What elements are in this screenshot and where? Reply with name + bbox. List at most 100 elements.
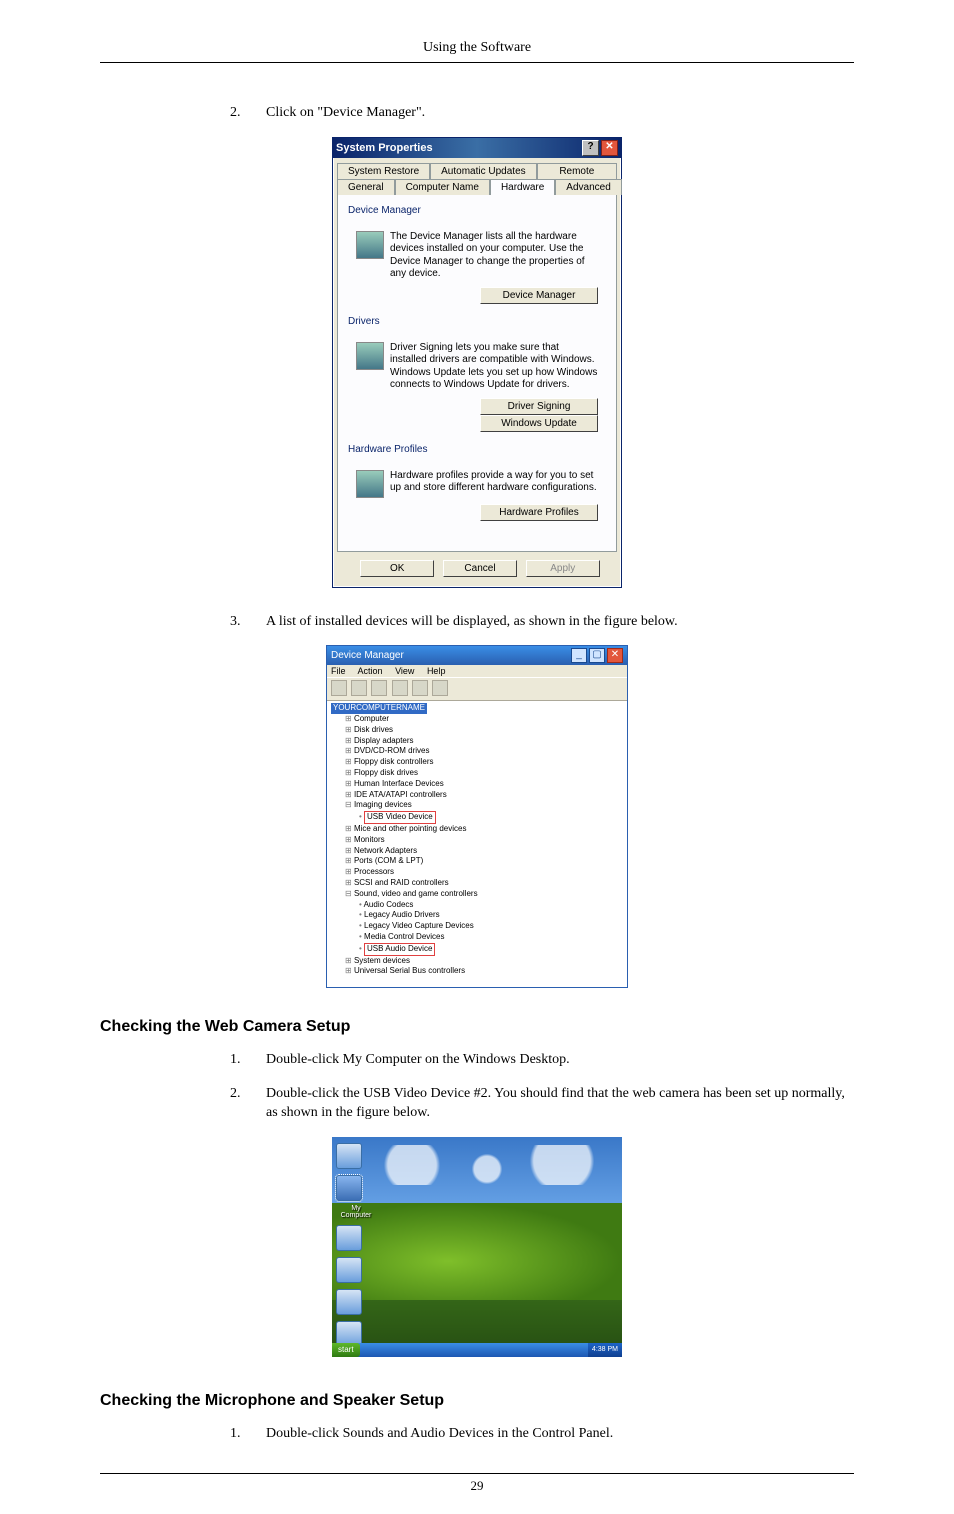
tree-node[interactable]: Universal Serial Bus controllers — [345, 966, 623, 977]
my-computer-icon[interactable] — [336, 1175, 362, 1201]
tree-leaf-usb-audio[interactable]: USB Audio Device — [359, 943, 623, 956]
back-icon[interactable] — [331, 680, 347, 696]
scan-icon[interactable] — [432, 680, 448, 696]
tab-general[interactable]: General — [337, 179, 395, 195]
minimize-icon[interactable]: _ — [571, 648, 587, 663]
menu-action[interactable]: Action — [358, 666, 383, 676]
page-number: 29 — [471, 1478, 484, 1493]
page-footer: 29 — [100, 1473, 854, 1494]
device-manager-window: Device Manager _ ▢ ✕ File Action View He… — [326, 645, 628, 988]
mic-step-1: 1. Double-click Sounds and Audio Devices… — [230, 1424, 854, 1444]
window-titlebar: Device Manager _ ▢ ✕ — [327, 646, 627, 665]
ok-button[interactable]: OK — [360, 560, 434, 577]
tab-remote[interactable]: Remote — [537, 163, 617, 179]
group-hardware-profiles: Hardware Profiles Hardware profiles prov… — [348, 452, 606, 531]
running-head: Using the Software — [100, 40, 854, 63]
forward-icon[interactable] — [351, 680, 367, 696]
desktop-icon[interactable] — [336, 1257, 362, 1283]
group-drivers: Drivers Driver Signing lets you make sur… — [348, 324, 606, 442]
step-text: Double-click the USB Video Device #2. Yo… — [266, 1084, 854, 1123]
tree-leaf[interactable]: Media Control Devices — [359, 932, 623, 943]
web-step-2: 2. Double-click the USB Video Device #2.… — [230, 1084, 854, 1123]
tree-node[interactable]: Processors — [345, 867, 623, 878]
group-title: Device Manager — [348, 205, 421, 216]
apply-button[interactable]: Apply — [526, 560, 600, 577]
tree-node[interactable]: System devices — [345, 956, 623, 967]
tree-node[interactable]: Monitors — [345, 835, 623, 846]
tree-leaf[interactable]: Legacy Video Capture Devices — [359, 921, 623, 932]
tree-leaf-usb-video[interactable]: USB Video Device — [359, 811, 623, 824]
group-desc: Hardware profiles provide a way for you … — [390, 470, 598, 498]
intro-step-2: 2. Click on "Device Manager". — [230, 103, 854, 123]
tree-node-sound[interactable]: Sound, video and game controllers Audio … — [345, 889, 623, 956]
tab-computer-name[interactable]: Computer Name — [395, 179, 490, 195]
section-heading-web: Checking the Web Camera Setup — [100, 1018, 854, 1036]
group-device-manager: Device Manager The Device Manager lists … — [348, 213, 606, 314]
device-manager-button[interactable]: Device Manager — [480, 287, 598, 304]
tree-node[interactable]: Display adapters — [345, 736, 623, 747]
web-step-1: 1. Double-click My Computer on the Windo… — [230, 1050, 854, 1070]
tree-node[interactable]: Network Adapters — [345, 846, 623, 857]
tab-system-restore[interactable]: System Restore — [337, 163, 430, 179]
cancel-button[interactable]: Cancel — [443, 560, 517, 577]
drivers-icon — [356, 342, 384, 370]
windows-desktop: My Computer start 4:38 PM — [332, 1137, 622, 1357]
tab-hardware[interactable]: Hardware — [490, 179, 555, 195]
maximize-icon[interactable]: ▢ — [589, 648, 605, 663]
dialog-titlebar: System Properties ? ✕ — [333, 138, 621, 158]
group-desc: Driver Signing lets you make sure that i… — [390, 342, 598, 392]
group-title: Hardware Profiles — [348, 444, 427, 455]
close-icon[interactable]: ✕ — [607, 648, 623, 663]
step-text: Double-click My Computer on the Windows … — [266, 1050, 854, 1070]
tree-root[interactable]: YOURCOMPUTERNAME — [331, 703, 427, 714]
my-computer-label: My Computer — [336, 1205, 376, 1219]
print-icon[interactable] — [392, 680, 408, 696]
intro-step-3: 3. A list of installed devices will be d… — [230, 612, 854, 632]
hardware-profiles-button[interactable]: Hardware Profiles — [480, 504, 598, 521]
properties-icon[interactable] — [371, 680, 387, 696]
toolbar — [327, 677, 627, 701]
tree-leaf[interactable]: Audio Codecs — [359, 900, 623, 911]
tree-node[interactable]: Human Interface Devices — [345, 779, 623, 790]
tab-strip: System Restore Automatic Updates Remote … — [333, 158, 621, 552]
tree-leaf[interactable]: Legacy Audio Drivers — [359, 910, 623, 921]
menu-file[interactable]: File — [331, 666, 346, 676]
help-icon[interactable]: ? — [582, 140, 599, 156]
device-tree[interactable]: YOURCOMPUTERNAME Computer Disk drives Di… — [327, 701, 627, 987]
menu-view[interactable]: View — [395, 666, 414, 676]
step-number: 2. — [230, 1084, 266, 1123]
menu-help[interactable]: Help — [427, 666, 446, 676]
tree-node-imaging[interactable]: Imaging devices USB Video Device — [345, 800, 623, 824]
tree-node[interactable]: IDE ATA/ATAPI controllers — [345, 790, 623, 801]
desktop-icon[interactable] — [336, 1289, 362, 1315]
tree-node[interactable]: Mice and other pointing devices — [345, 824, 623, 835]
tree-node[interactable]: SCSI and RAID controllers — [345, 878, 623, 889]
group-desc: The Device Manager lists all the hardwar… — [390, 231, 598, 281]
hardware-profiles-icon — [356, 470, 384, 498]
tree-node[interactable]: Computer — [345, 714, 623, 725]
tab-advanced[interactable]: Advanced — [555, 179, 621, 195]
device-manager-icon — [356, 231, 384, 259]
refresh-icon[interactable] — [412, 680, 428, 696]
step-number: 2. — [230, 103, 266, 123]
tree-node[interactable]: Floppy disk controllers — [345, 757, 623, 768]
system-properties-dialog: System Properties ? ✕ System Restore Aut… — [332, 137, 622, 588]
close-icon[interactable]: ✕ — [601, 140, 618, 156]
step-text: Double-click Sounds and Audio Devices in… — [266, 1424, 854, 1444]
recycle-bin-icon[interactable] — [336, 1143, 362, 1169]
desktop-icon[interactable] — [336, 1225, 362, 1251]
tree-node[interactable]: Floppy disk drives — [345, 768, 623, 779]
step-number: 3. — [230, 612, 266, 632]
step-number: 1. — [230, 1050, 266, 1070]
section-heading-mic: Checking the Microphone and Speaker Setu… — [100, 1392, 854, 1410]
menu-bar: File Action View Help — [327, 665, 627, 677]
tree-node[interactable]: Disk drives — [345, 725, 623, 736]
step-number: 1. — [230, 1424, 266, 1444]
tree-node[interactable]: DVD/CD-ROM drives — [345, 746, 623, 757]
window-title: Device Manager — [331, 650, 404, 661]
group-title: Drivers — [348, 316, 380, 327]
driver-signing-button[interactable]: Driver Signing — [480, 398, 598, 415]
windows-update-button[interactable]: Windows Update — [480, 415, 598, 432]
tab-automatic-updates[interactable]: Automatic Updates — [430, 163, 537, 179]
tree-node[interactable]: Ports (COM & LPT) — [345, 856, 623, 867]
